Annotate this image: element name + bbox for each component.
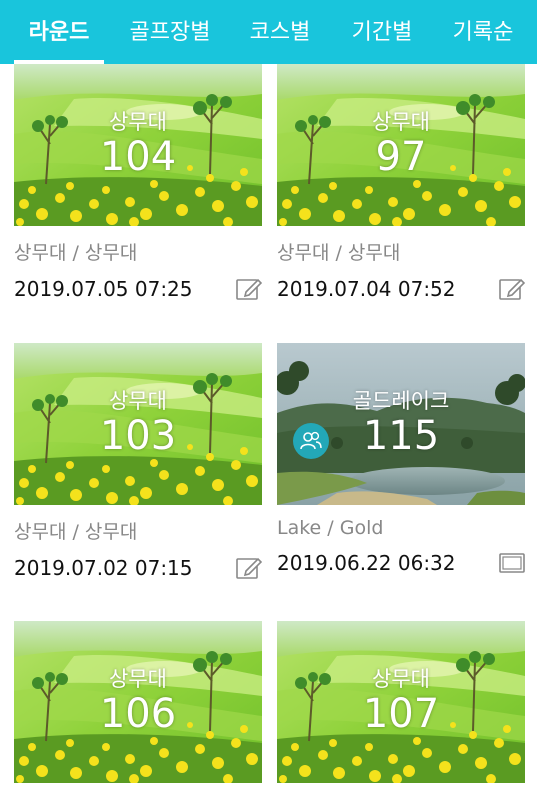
- course-thumbnail: 상무대 103: [14, 343, 262, 505]
- tab-by-course[interactable]: 코스별: [238, 0, 322, 64]
- course-detail: 상무대 / 상무대: [14, 242, 138, 264]
- tab-rounds[interactable]: 라운드: [14, 0, 104, 64]
- tab-bar: 라운드 골프장별 코스별 기간별 기록순: [0, 0, 537, 64]
- course-detail: 상무대 / 상무대: [14, 521, 138, 543]
- course-name: 상무대: [372, 667, 430, 691]
- date-row: 2019.07.05 07:25: [14, 274, 262, 304]
- course-detail: 상무대 / 상무대: [277, 242, 401, 264]
- course-thumbnail: 골드레이크 115: [277, 343, 525, 505]
- tab-by-golf-course[interactable]: 골프장별: [120, 0, 220, 64]
- course-detail: Lake / Gold: [277, 517, 384, 539]
- date-row: 2019.06.22 06:32: [277, 548, 525, 578]
- group-icon[interactable]: [293, 423, 329, 459]
- course-thumbnail: 상무대 106: [14, 621, 262, 783]
- round-score: 97: [375, 134, 427, 180]
- course-thumbnail: 상무대 107: [277, 621, 525, 783]
- course-name: 상무대: [109, 389, 167, 413]
- round-grid: 상무대 104 상무대 / 상무대 2019.07.05 07:25 상무대 9…: [0, 64, 537, 794]
- edit-icon[interactable]: [499, 277, 525, 301]
- round-datetime: 2019.07.05 07:25: [14, 277, 193, 301]
- date-row: 2019.07.02 07:15: [14, 553, 262, 583]
- tab-by-record[interactable]: 기록순: [441, 0, 525, 64]
- round-score: 103: [99, 413, 177, 459]
- round-card[interactable]: 상무대 97 상무대 / 상무대 2019.07.04 07:52: [277, 64, 525, 304]
- date-row: 2019.07.04 07:52: [277, 274, 525, 304]
- course-name: 상무대: [109, 667, 167, 691]
- course-thumbnail: 상무대 104: [14, 64, 262, 226]
- course-thumbnail: 상무대 97: [277, 64, 525, 226]
- round-score: 104: [99, 134, 177, 180]
- edit-icon[interactable]: [236, 277, 262, 301]
- round-datetime: 2019.07.02 07:15: [14, 556, 193, 580]
- course-name: 상무대: [372, 110, 430, 134]
- round-datetime: 2019.07.04 07:52: [277, 277, 456, 301]
- tab-by-period[interactable]: 기간별: [340, 0, 424, 64]
- round-datetime: 2019.06.22 06:32: [277, 551, 456, 575]
- round-score: 107: [362, 691, 440, 737]
- round-card[interactable]: 상무대 107: [277, 621, 525, 783]
- course-name: 상무대: [109, 110, 167, 134]
- round-card[interactable]: 상무대 103 상무대 / 상무대 2019.07.02 07:15: [14, 343, 262, 583]
- edit-icon[interactable]: [236, 556, 262, 580]
- round-card[interactable]: 골드레이크 115 Lake / Gold 2019.06.22 06:32: [277, 343, 525, 578]
- scorecard-icon[interactable]: [499, 551, 525, 575]
- round-score: 106: [99, 691, 177, 737]
- course-name: 골드레이크: [352, 389, 450, 413]
- round-card[interactable]: 상무대 104 상무대 / 상무대 2019.07.05 07:25: [14, 64, 262, 304]
- round-card[interactable]: 상무대 106: [14, 621, 262, 783]
